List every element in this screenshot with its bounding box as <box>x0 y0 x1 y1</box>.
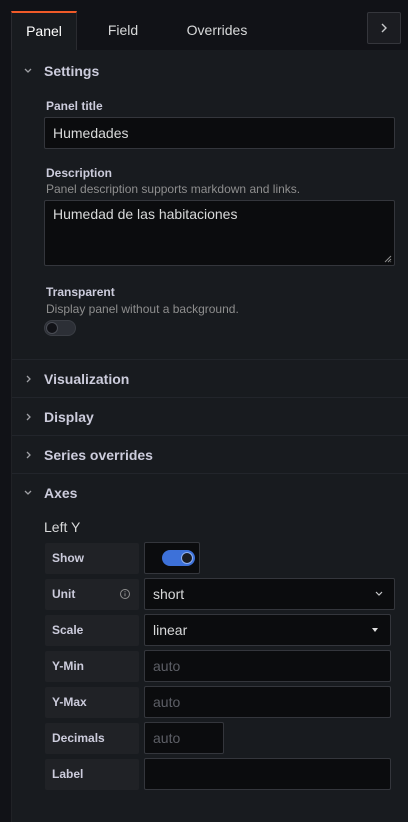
chevron-down-icon <box>22 65 34 77</box>
unit-select[interactable]: short <box>144 578 395 610</box>
axis-label-label: Label <box>45 759 139 790</box>
transparent-help-text: Display panel without a background. <box>46 302 239 316</box>
description-value: Humedad de las habitaciones <box>53 206 238 222</box>
y-max-label: Y-Max <box>45 687 139 718</box>
section-visualization-title: Visualization <box>44 371 130 387</box>
chevron-right-icon <box>22 449 34 461</box>
y-min-label: Y-Min <box>45 651 139 682</box>
panel-title-label: Panel title <box>46 99 103 113</box>
expand-options-button[interactable] <box>367 12 401 44</box>
section-series-overrides-title: Series overrides <box>44 447 153 463</box>
chevron-down-icon <box>375 591 383 596</box>
tab-panel[interactable]: Panel <box>11 11 77 50</box>
left-y-heading: Left Y <box>44 519 81 535</box>
y-min-input[interactable]: auto <box>144 650 391 682</box>
info-circle-icon[interactable] <box>119 588 131 600</box>
panel-title-input[interactable]: Humedades <box>44 117 395 149</box>
unit-label-text: Unit <box>52 587 76 601</box>
toggle-knob <box>181 552 193 564</box>
section-series-overrides-header[interactable]: Series overrides <box>12 436 408 474</box>
description-textarea[interactable]: Humedad de las habitaciones <box>44 200 395 266</box>
decimals-input[interactable]: auto <box>144 722 224 754</box>
transparent-toggle[interactable] <box>44 320 76 336</box>
section-settings-title: Settings <box>44 63 100 79</box>
section-visualization-header[interactable]: Visualization <box>12 360 408 398</box>
tab-overrides[interactable]: Overrides <box>175 11 259 50</box>
tab-field[interactable]: Field <box>88 11 158 50</box>
chevron-down-icon <box>22 487 34 499</box>
chevron-right-icon <box>381 23 387 33</box>
scale-label: Scale <box>45 615 139 646</box>
section-axes-header[interactable]: Axes <box>12 474 408 512</box>
decimals-label: Decimals <box>45 723 139 754</box>
caret-down-icon <box>372 628 378 632</box>
section-display-title: Display <box>44 409 94 425</box>
scale-value: linear <box>153 622 188 638</box>
chevron-right-icon <box>22 411 34 423</box>
section-settings-header[interactable]: Settings <box>12 52 408 90</box>
y-max-input[interactable]: auto <box>144 686 391 718</box>
scale-select[interactable]: linear <box>144 614 391 646</box>
options-tab-bar: Panel Field Overrides <box>0 0 408 50</box>
transparent-label: Transparent <box>46 285 115 299</box>
toggle-knob <box>46 322 58 334</box>
show-toggle[interactable] <box>162 550 195 566</box>
axis-label-input[interactable] <box>144 758 391 790</box>
description-help-text: Panel description supports markdown and … <box>46 182 301 196</box>
section-axes-title: Axes <box>44 485 78 501</box>
resize-grip-icon[interactable] <box>384 255 392 263</box>
unit-label: Unit <box>45 579 139 610</box>
chevron-right-icon <box>22 373 34 385</box>
section-display-header[interactable]: Display <box>12 398 408 436</box>
show-toggle-container <box>144 542 200 574</box>
show-label: Show <box>45 543 139 574</box>
description-label: Description <box>46 166 113 180</box>
unit-value: short <box>153 586 185 602</box>
options-pane: Settings Panel title Humedades Descripti… <box>11 50 408 822</box>
